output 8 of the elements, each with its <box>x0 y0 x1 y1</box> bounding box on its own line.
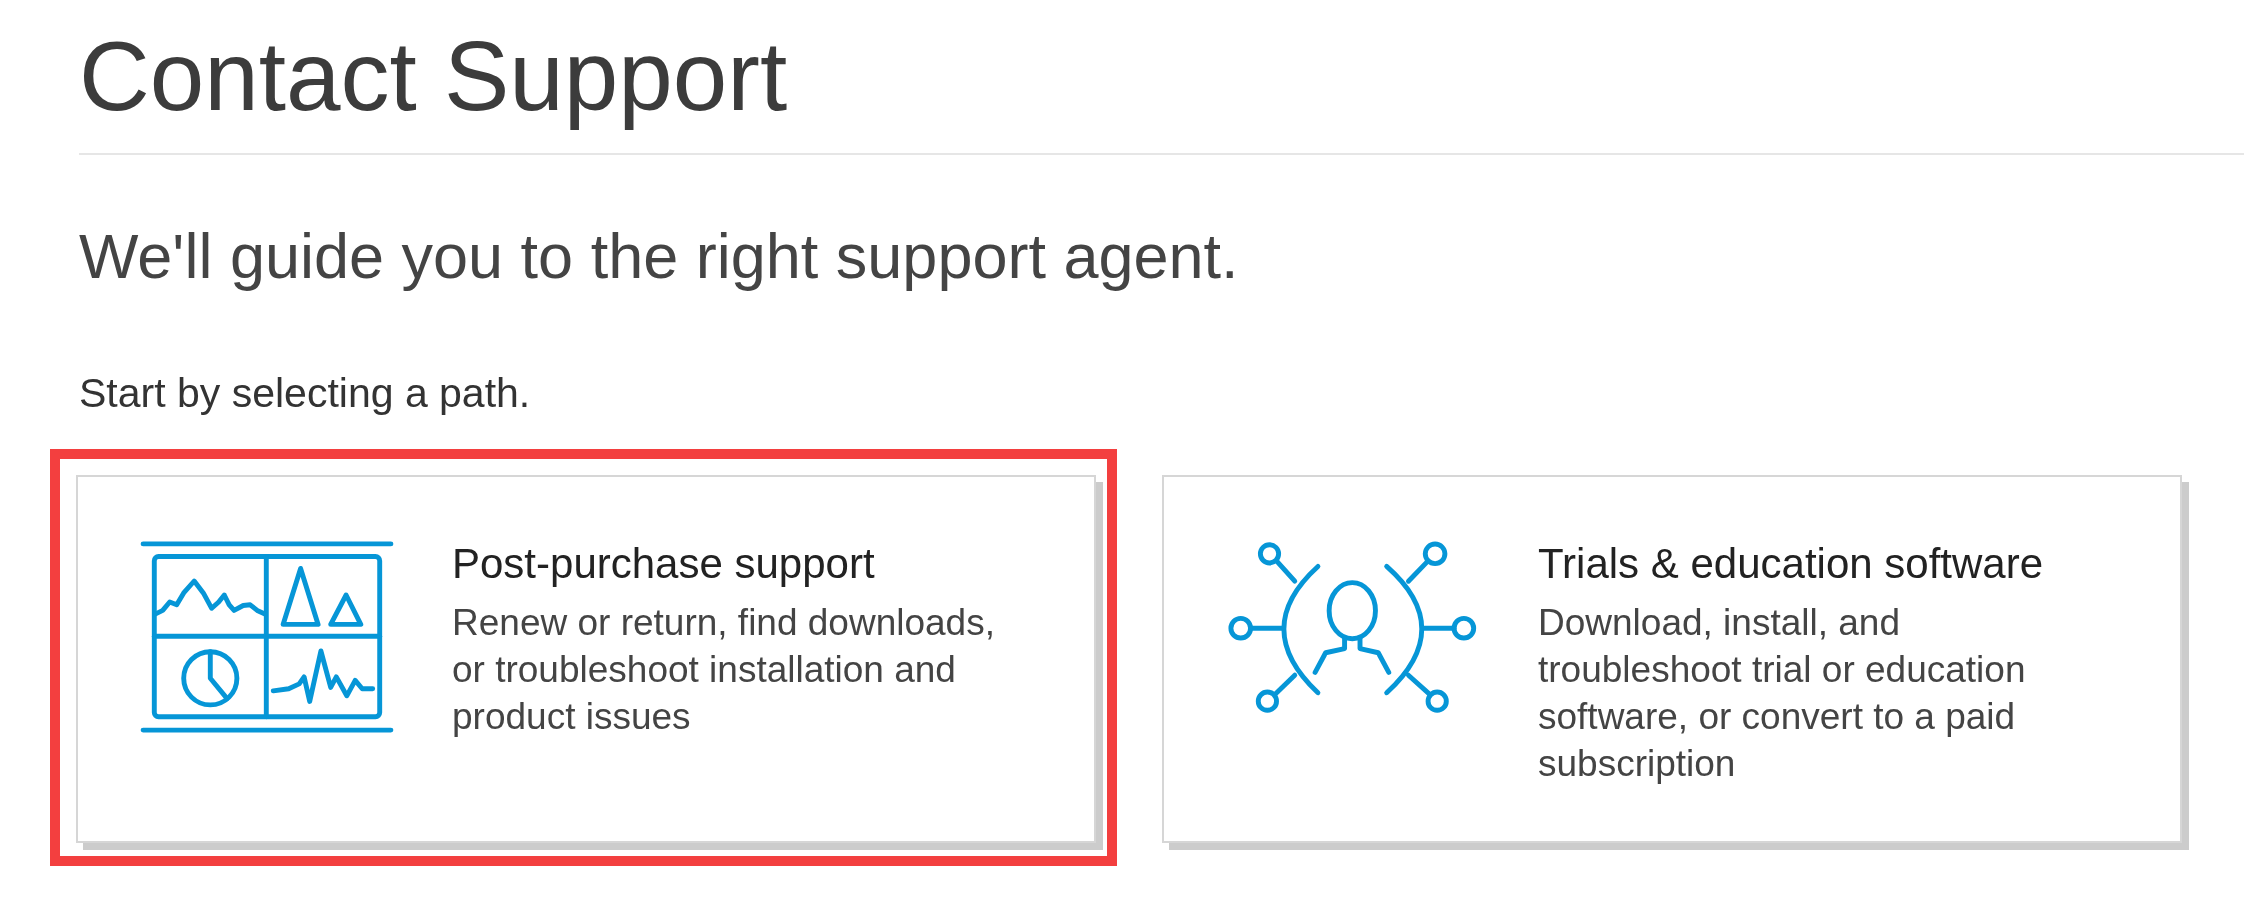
page-title: Contact Support <box>79 21 789 131</box>
charts-panel-icon <box>140 539 394 735</box>
subtitle-text: We'll guide you to the right support agent. <box>79 220 1239 293</box>
card-description: Renew or return, find downloads, or troubleshoot installation and product issues <box>452 601 996 739</box>
prompt-text: Start by selecting a path. <box>79 369 531 418</box>
card-title: Trials & education software <box>1538 539 2043 589</box>
card-title: Post-purchase support <box>452 539 875 589</box>
card-description: Download, install, and troubleshoot trial or education software, or convert to a paid subscription <box>1538 601 2027 786</box>
